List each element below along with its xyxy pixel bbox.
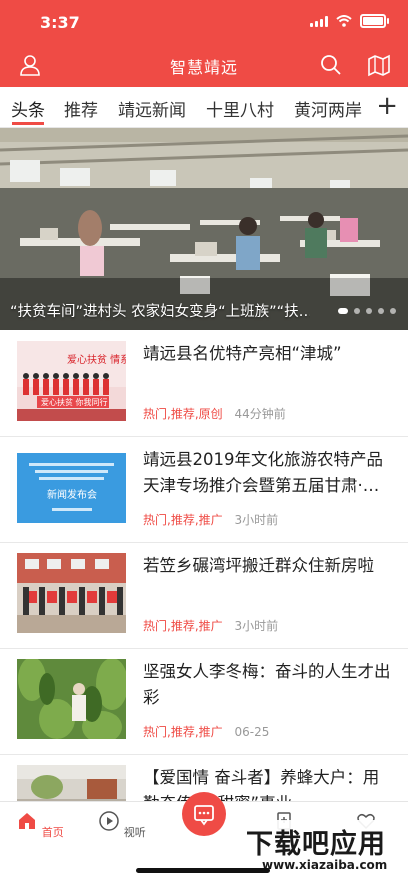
article-tags: 热门,推荐,推广 xyxy=(143,725,223,739)
tab-jingyuan-news[interactable]: 靖远新闻 xyxy=(118,96,186,121)
article-tags: 热门,推荐,原创 xyxy=(143,407,223,421)
watermark-logo-text: 下载吧应用 xyxy=(246,829,386,860)
tab-yellow-river[interactable]: 黄河两岸 xyxy=(294,96,362,121)
center-action-button[interactable] xyxy=(182,792,226,836)
article-thumbnail xyxy=(17,553,126,633)
article-meta: 热门,推荐,原创 44分钟前 xyxy=(143,405,286,422)
hero-caption: “扶贫车间”进村头 农家妇女变身“上班族”“扶… xyxy=(10,304,310,320)
carousel-dot[interactable] xyxy=(366,308,372,314)
nav-listen-label: 视听 xyxy=(123,826,146,839)
home-icon xyxy=(19,813,36,829)
article-thumbnail: 新闻发布会 xyxy=(17,453,126,523)
article-thumbnail xyxy=(17,659,126,739)
active-tab-indicator xyxy=(12,122,44,125)
article-item[interactable]: 新闻发布会 靖远县2019年文化旅游农特产品天津专场推介会暨第五届甘肃·… 热门… xyxy=(0,437,408,543)
tab-villages[interactable]: 十里八村 xyxy=(206,96,274,121)
carousel-dot[interactable] xyxy=(378,308,384,314)
nav-home[interactable]: 首页 xyxy=(10,810,70,840)
add-tab-icon[interactable]: + xyxy=(376,91,398,121)
app-bar: 智慧靖远 xyxy=(0,44,408,87)
article-tags: 热门,推荐,推广 xyxy=(143,619,223,633)
article-title: 靖远县名优特产亮相“津城” xyxy=(143,344,342,363)
thumb-heading-text: 新闻发布会 xyxy=(47,488,97,501)
play-icon xyxy=(99,811,119,831)
hero-banner[interactable]: “扶贫车间”进村头 农家妇女变身“上班族”“扶… xyxy=(0,128,408,330)
watermark-url: www.xiazaiba.com xyxy=(262,858,388,872)
status-icons xyxy=(310,14,389,28)
carousel-dot[interactable] xyxy=(354,308,360,314)
article-title: 坚强女人李冬梅：奋斗的人生才出彩 xyxy=(143,662,391,707)
article-meta: 热门,推荐,推广 3小时前 xyxy=(143,617,278,634)
category-tabs: 头条 推荐 靖远新闻 十里八村 黄河两岸 + xyxy=(0,87,408,128)
article-item[interactable]: 若笠乡碾湾坪搬迁群众住新房啦 热门,推荐,推广 3小时前 xyxy=(0,543,408,649)
article-meta: 热门,推荐,推广 06-25 xyxy=(143,723,269,740)
chat-icon xyxy=(194,805,214,826)
article-tags: 热门,推荐,推广 xyxy=(143,513,223,527)
search-icon[interactable] xyxy=(318,52,344,78)
article-time: 44分钟前 xyxy=(234,407,286,421)
carousel-dot[interactable] xyxy=(390,308,396,314)
article-meta: 热门,推荐,推广 3小时前 xyxy=(143,511,278,528)
wifi-icon xyxy=(336,15,352,27)
tab-headlines[interactable]: 头条 xyxy=(11,96,45,121)
map-icon[interactable] xyxy=(366,52,392,78)
nav-home-label: 首页 xyxy=(41,826,64,839)
article-item[interactable]: 爱心扶贫 情系同行 爱心扶贫 你我同行 靖远县名优特产亮相“津城” 热门,推荐,… xyxy=(0,331,408,437)
nav-listen[interactable]: 视听 xyxy=(92,810,152,840)
header: 3:37 智慧靖远 xyxy=(0,0,408,87)
thumb-banner-text: 爱心扶贫 情系同行 xyxy=(67,353,126,366)
article-item[interactable]: 坚强女人李冬梅：奋斗的人生才出彩 热门,推荐,推广 06-25 xyxy=(0,649,408,755)
article-thumbnail: 爱心扶贫 情系同行 爱心扶贫 你我同行 xyxy=(17,341,126,421)
carousel-dots xyxy=(338,308,396,314)
article-time: 3小时前 xyxy=(234,513,279,527)
carousel-dot[interactable] xyxy=(338,308,348,314)
battery-icon xyxy=(360,14,389,28)
article-title: 靖远县2019年文化旅游农特产品天津专场推介会暨第五届甘肃·… xyxy=(143,450,383,495)
home-indicator[interactable] xyxy=(136,868,270,873)
status-time: 3:37 xyxy=(40,13,80,32)
article-title: 若笠乡碾湾坪搬迁群众住新房啦 xyxy=(143,556,374,575)
app-title: 智慧靖远 xyxy=(169,58,238,77)
article-time: 3小时前 xyxy=(234,619,279,633)
article-time: 06-25 xyxy=(234,725,270,739)
thumb-strip-text: 爱心扶贫 你我同行 xyxy=(41,397,108,407)
signal-icon xyxy=(310,15,328,27)
status-bar: 3:37 xyxy=(0,0,408,44)
tab-recommend[interactable]: 推荐 xyxy=(64,96,98,121)
